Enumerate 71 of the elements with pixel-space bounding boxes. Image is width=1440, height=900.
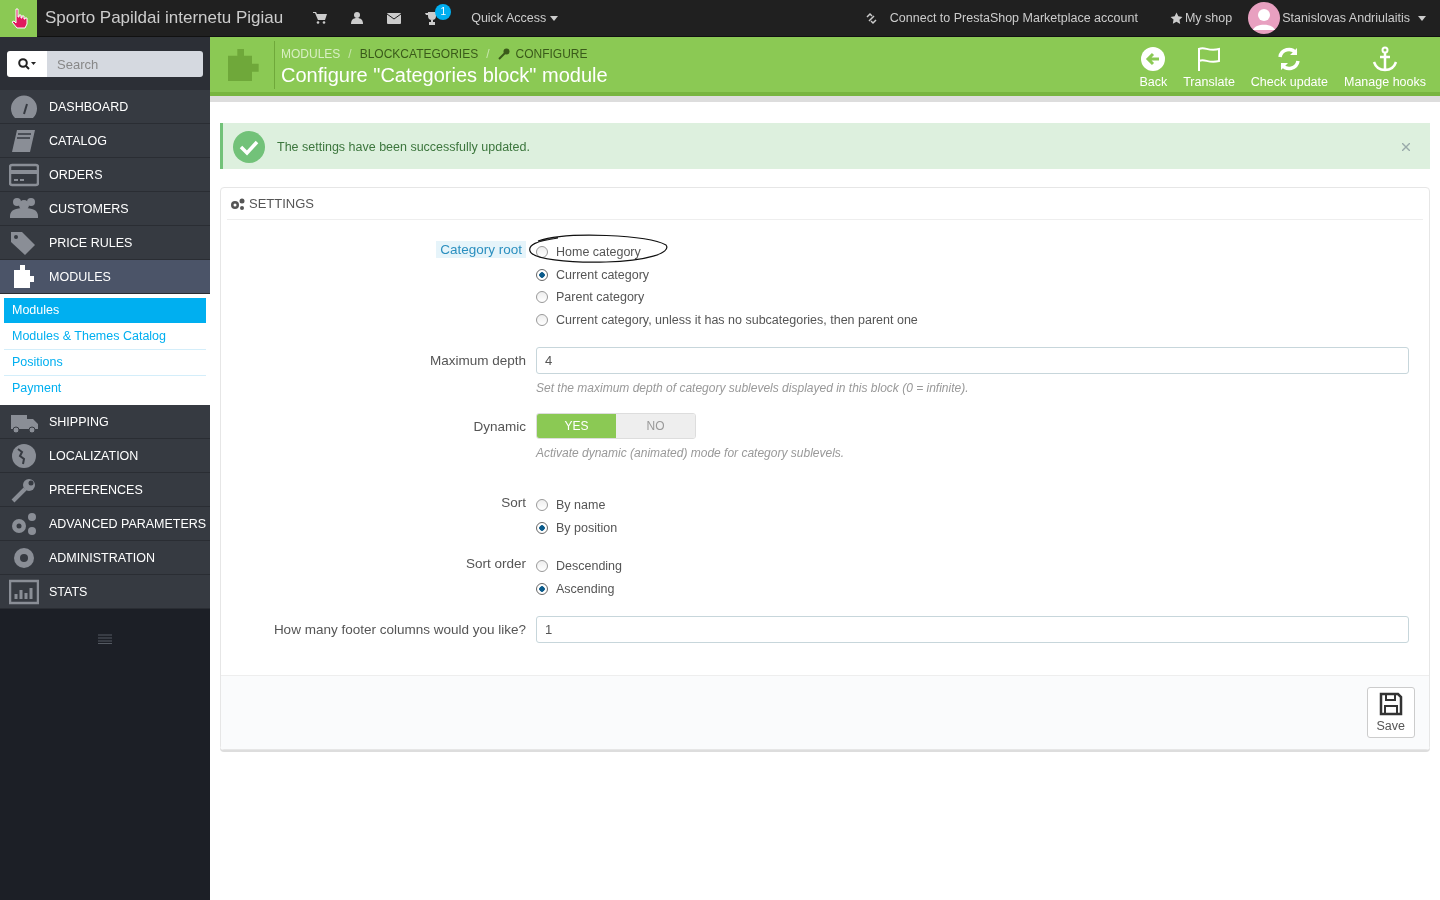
dashboard-gauge-icon — [9, 93, 39, 120]
field-label: How many footer columns would you like? — [273, 622, 526, 637]
cart-icon[interactable] — [313, 12, 328, 24]
text-field[interactable]: 1 — [536, 616, 1409, 643]
option-label[interactable]: By name — [556, 498, 606, 513]
menu-item[interactable]: MODULES — [0, 260, 210, 294]
search-field[interactable]: Search — [47, 51, 203, 77]
search-options-button[interactable] — [7, 51, 47, 77]
caret-icon — [550, 15, 559, 21]
credit-card-icon — [9, 161, 39, 188]
menu-icon[interactable] — [98, 634, 112, 644]
breadcrumb-link[interactable]: CONFIGURE — [515, 46, 588, 61]
menu-item[interactable]: PREFERENCES — [0, 473, 210, 507]
radio-button[interactable] — [536, 582, 548, 595]
menu-item[interactable]: SHIPPING — [0, 405, 210, 439]
bar-chart-icon — [9, 578, 39, 605]
hand-pointer-icon[interactable] — [0, 0, 37, 37]
menu-item[interactable]: ADMINISTRATION — [0, 541, 210, 575]
option-label[interactable]: Ascending — [556, 581, 615, 596]
menu-item[interactable]: CATALOG — [0, 124, 210, 158]
breadcrumb-separator: / — [348, 46, 352, 61]
menu-item[interactable]: ADVANCED PARAMETERS — [0, 507, 210, 541]
menu-item[interactable]: PRICE RULES — [0, 226, 210, 260]
save-button[interactable]: Save — [1366, 687, 1415, 738]
radio-button[interactable] — [536, 268, 548, 281]
radio-button[interactable] — [536, 521, 548, 534]
menu-item[interactable]: STATS — [0, 575, 210, 609]
option-label[interactable]: Current category, unless it has no subcategories, then parent one — [556, 312, 918, 327]
text-field[interactable]: 4 — [536, 347, 1409, 374]
avatar[interactable] — [1248, 2, 1281, 34]
radio-button[interactable] — [536, 499, 548, 512]
help-text: Set the maximum depth of category sublevels displayed in this block (0 = infinite). — [536, 381, 970, 395]
field-label: Sort — [501, 495, 526, 510]
help-text: Activate dynamic (animated) mode for category sublevels. — [536, 446, 846, 460]
page-title: Configure "Categories block" module — [281, 63, 608, 87]
radio-button[interactable] — [536, 246, 548, 259]
field-label: Maximum depth — [429, 353, 526, 368]
menu-item[interactable]: CUSTOMERS — [0, 192, 210, 226]
flag-icon — [1196, 46, 1222, 72]
anchor-icon — [1372, 46, 1398, 72]
field-label: Category root — [436, 241, 526, 258]
option-label[interactable]: Parent category — [556, 290, 645, 305]
check-circle-icon — [233, 130, 265, 163]
menu-item[interactable]: DASHBOARD — [0, 90, 210, 124]
field-label: Sort order — [465, 556, 526, 571]
star-icon — [1169, 11, 1183, 25]
caret-icon — [1418, 15, 1426, 21]
panel-heading: SETTINGS — [249, 196, 314, 211]
my-shop-link[interactable]: My shop — [1184, 11, 1233, 25]
search-icon — [18, 58, 36, 70]
envelope-icon[interactable] — [387, 12, 402, 24]
menu-item[interactable]: LOCALIZATION — [0, 439, 210, 473]
option-label[interactable]: Home category — [556, 245, 641, 260]
menu-item[interactable]: ORDERS — [0, 158, 210, 192]
radio-button[interactable] — [536, 313, 548, 326]
notification-badge: 1 — [435, 3, 452, 20]
quick-access-menu[interactable]: Quick Access — [471, 11, 547, 25]
breadcrumb-link[interactable]: BLOCKCATEGORIES — [359, 46, 479, 61]
option-label[interactable]: By position — [556, 520, 618, 535]
user-menu[interactable]: Stanislovas Andriulaitis — [1282, 11, 1410, 25]
option-label[interactable]: Descending — [556, 559, 622, 574]
breadcrumb-separator: / — [486, 46, 490, 61]
refresh-icon — [1276, 46, 1303, 72]
marketplace-link[interactable]: Connect to PrestaShop Marketplace account — [889, 11, 1138, 25]
radio-button[interactable] — [536, 560, 548, 573]
user-icon[interactable] — [351, 12, 364, 24]
shop-name[interactable]: Sporto Papildai internetu Pigiau — [45, 8, 284, 28]
alert-message: The settings have been successfully updated. — [277, 139, 530, 154]
option-label[interactable]: Current category — [556, 267, 650, 282]
field-label: Dynamic — [473, 419, 526, 434]
radio-button[interactable] — [536, 291, 548, 304]
